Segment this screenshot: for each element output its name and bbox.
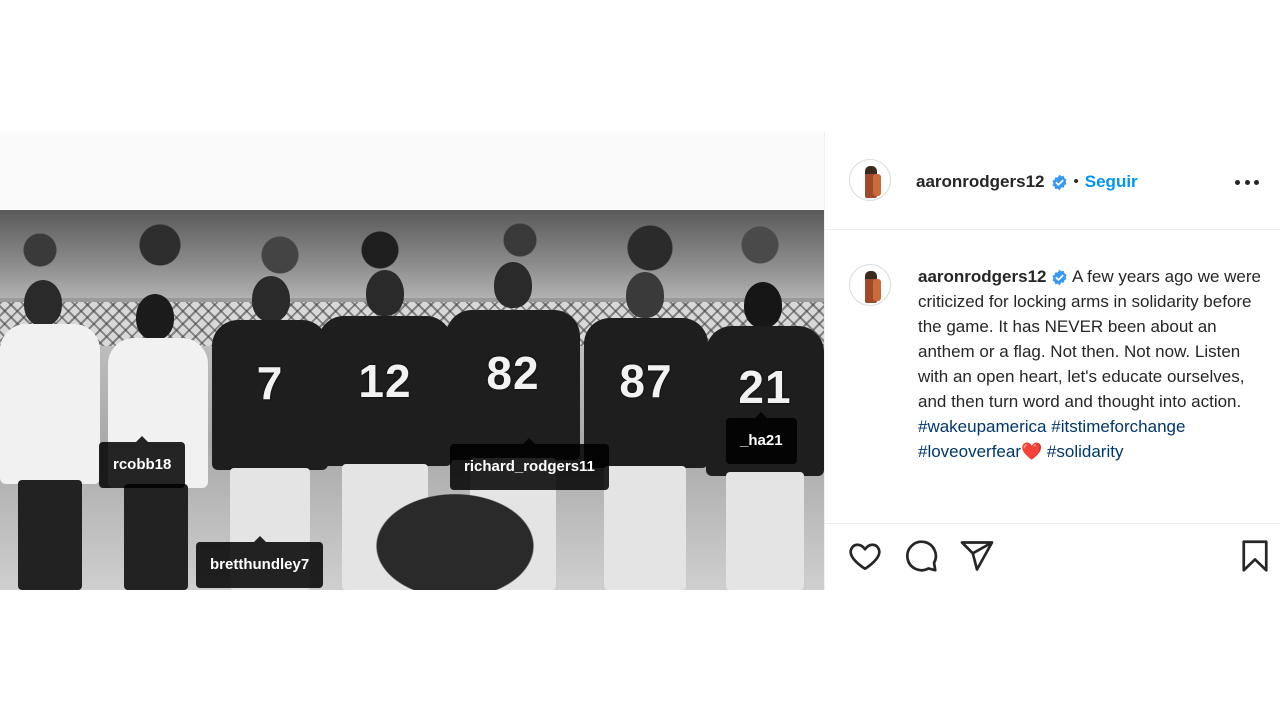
bookmark-icon[interactable] xyxy=(1237,538,1273,574)
hashtag-solidarity[interactable]: #solidarity xyxy=(1047,442,1124,461)
caption-verified-badge-icon xyxy=(1052,269,1067,286)
header-avatar[interactable] xyxy=(849,159,891,201)
follow-button[interactable]: Seguir xyxy=(1085,170,1138,194)
jersey-number-21: 21 xyxy=(738,361,792,413)
jersey-number-12: 12 xyxy=(358,355,412,407)
post-caption: aaronrodgers12 A few years ago we were c… xyxy=(918,264,1263,464)
share-icon[interactable] xyxy=(959,538,995,574)
jersey-number-82: 82 xyxy=(486,347,540,399)
post-header: aaronrodgers12 • Seguir xyxy=(825,132,1280,230)
post-media-column: 7 12 82 87 21 rcobb18 bretthundley7 rich… xyxy=(0,132,824,590)
heart-emoji: ❤️ xyxy=(1021,442,1043,461)
tag-bretthundley7[interactable]: bretthundley7 xyxy=(196,536,324,588)
more-options-icon[interactable] xyxy=(1233,170,1261,194)
heart-icon[interactable] xyxy=(847,538,883,574)
tag-rcobb18[interactable]: rcobb18 xyxy=(99,436,186,488)
post-sidebar: aaronrodgers12 • Seguir aaronrodgers12 A… xyxy=(824,132,1280,590)
jersey-number-87: 87 xyxy=(619,355,673,407)
header-separator: • xyxy=(1073,173,1079,190)
instagram-post: 7 12 82 87 21 rcobb18 bretthundley7 rich… xyxy=(0,132,1280,590)
jersey-number-7: 7 xyxy=(256,357,284,409)
caption-avatar[interactable] xyxy=(849,264,891,306)
post-photo[interactable]: 7 12 82 87 21 rcobb18 bretthundley7 rich… xyxy=(0,210,824,590)
hashtag-wakeupamerica[interactable]: #wakeupamerica xyxy=(918,417,1047,436)
comment-icon[interactable] xyxy=(903,538,939,574)
photo-player-87: 87 xyxy=(584,272,708,590)
hashtag-loveoverfear[interactable]: #loveoverfear xyxy=(918,442,1021,461)
tag-richard-rodgers11[interactable]: richard_rodgers11 xyxy=(450,438,609,490)
caption-username[interactable]: aaronrodgers12 xyxy=(918,267,1047,286)
photo-person-staff-1 xyxy=(0,280,110,590)
tag-ha21[interactable]: _ha21 xyxy=(726,412,797,464)
post-actions xyxy=(825,524,1280,590)
header-user-row: aaronrodgers12 • Seguir xyxy=(916,170,1138,194)
caption-text: A few years ago we were criticized for l… xyxy=(918,267,1262,411)
verified-badge-icon xyxy=(1051,174,1067,190)
caption-section: aaronrodgers12 A few years ago we were c… xyxy=(825,230,1280,524)
photo-cameraman xyxy=(355,480,555,590)
header-username[interactable]: aaronrodgers12 xyxy=(916,170,1045,194)
hashtag-itstimeforchange[interactable]: #itstimeforchange xyxy=(1051,417,1185,436)
